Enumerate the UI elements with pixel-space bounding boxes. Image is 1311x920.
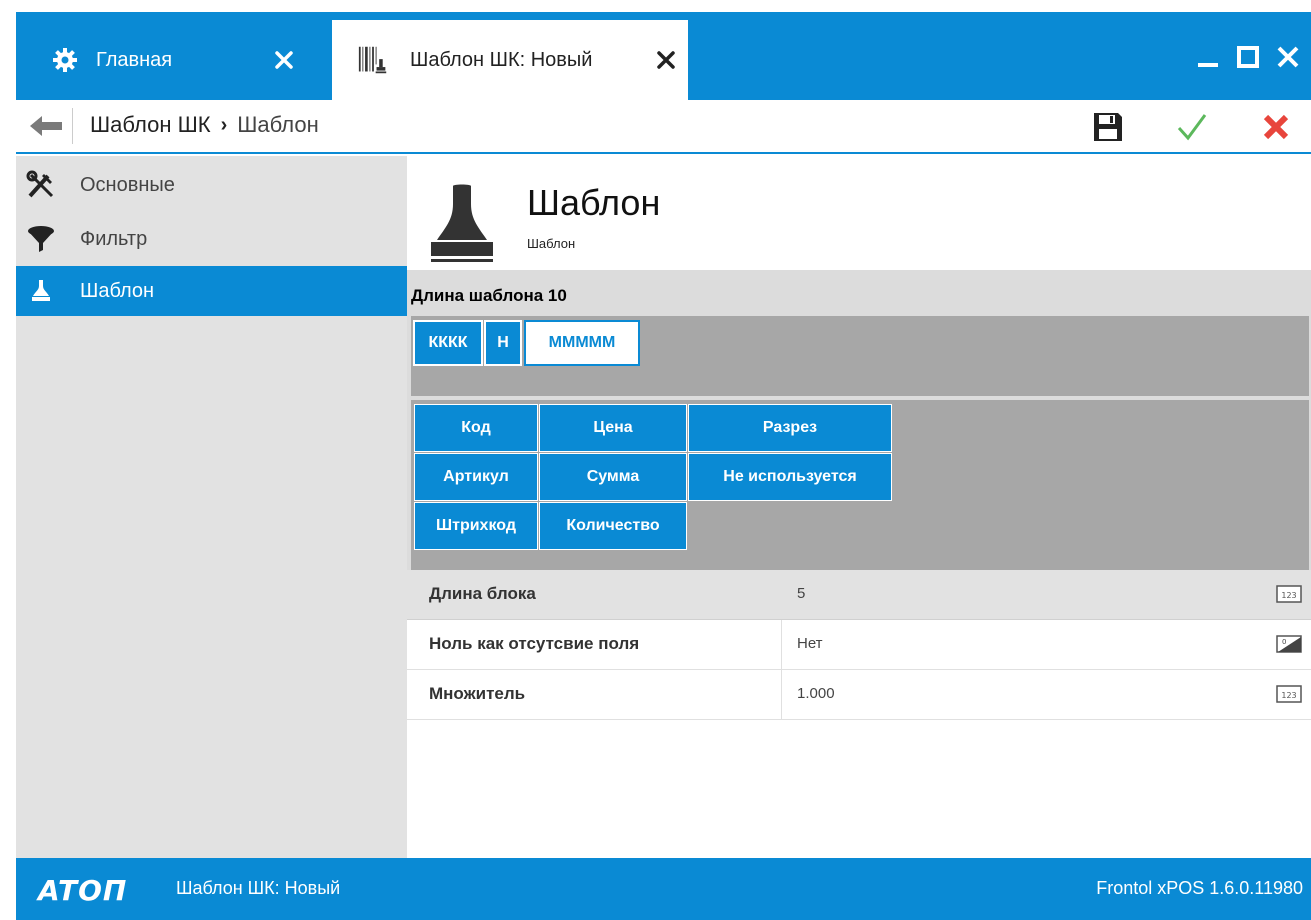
window-frame bbox=[0, 0, 1311, 12]
breadcrumb: Шаблон ШК › Шаблон bbox=[90, 112, 319, 138]
template-editor: Длина шаблона 10 КККК Н МММММ Код Цена Р… bbox=[407, 270, 1311, 570]
sidebar-item-label: Фильтр bbox=[80, 227, 148, 250]
breadcrumb-current: Шаблон bbox=[237, 112, 319, 137]
gear-icon bbox=[50, 45, 80, 75]
status-version: Frontol xPOS 1.6.0.11980 bbox=[1096, 878, 1303, 898]
property-value[interactable]: 5 bbox=[797, 585, 805, 602]
save-icon[interactable] bbox=[1079, 106, 1137, 148]
tab-bar: Главная Шаблон ШК: Новый bbox=[16, 12, 1311, 100]
toggle-0-1-icon[interactable]: 0 bbox=[1275, 634, 1303, 654]
sidebar-item-label: Шаблон bbox=[80, 279, 155, 302]
stamp-icon bbox=[427, 184, 497, 268]
back-arrow-icon[interactable] bbox=[28, 110, 64, 142]
segment-kkkk[interactable]: КККК bbox=[413, 320, 483, 366]
property-value[interactable]: Нет bbox=[797, 635, 823, 652]
confirm-check-icon[interactable] bbox=[1163, 106, 1221, 148]
aton-logo: ATOΠ bbox=[38, 874, 128, 907]
tab-barcode-template[interactable]: Шаблон ШК: Новый bbox=[332, 20, 688, 100]
tab-main[interactable]: Главная bbox=[16, 20, 326, 100]
status-document: Шаблон ШК: Новый bbox=[176, 878, 341, 898]
property-divider bbox=[781, 620, 782, 670]
tools-icon bbox=[24, 168, 58, 202]
window-controls bbox=[1193, 42, 1303, 72]
maximize-icon[interactable] bbox=[1233, 42, 1263, 72]
numeric-123-icon[interactable]: 123 bbox=[1275, 584, 1303, 604]
close-window-icon[interactable] bbox=[1273, 42, 1303, 72]
toolbar-actions bbox=[1079, 106, 1305, 148]
property-divider bbox=[781, 670, 782, 720]
app-window: Главная Шаблон ШК: Новый Шаблон ШК › Шаб… bbox=[0, 0, 1311, 920]
svg-text:0: 0 bbox=[1282, 638, 1286, 646]
page-subtitle: Шаблон bbox=[527, 236, 576, 251]
sidebar-item-filter[interactable]: Фильтр bbox=[16, 214, 407, 264]
property-row-multiplier[interactable]: Множитель 1.000 123 bbox=[407, 670, 1311, 720]
tab-barcode-template-label: Шаблон ШК: Новый bbox=[410, 48, 593, 71]
field-button-article[interactable]: Артикул bbox=[414, 453, 538, 501]
breadcrumb-separator: › bbox=[220, 113, 228, 136]
cancel-close-icon[interactable] bbox=[1247, 106, 1305, 148]
property-list: Длина блока 5 123 Ноль как отсутсвие пол… bbox=[407, 570, 1311, 720]
stamp-icon bbox=[24, 274, 58, 308]
barcode-stamp-icon bbox=[358, 45, 388, 75]
filter-icon bbox=[24, 222, 58, 256]
property-row-block-length[interactable]: Длина блока 5 123 bbox=[407, 570, 1311, 620]
field-button-code[interactable]: Код bbox=[414, 404, 538, 452]
tab-main-label: Главная bbox=[96, 48, 173, 71]
tab-main-close-icon[interactable] bbox=[270, 46, 298, 74]
sidebar-item-template[interactable]: Шаблон bbox=[16, 266, 407, 316]
property-name: Множитель bbox=[429, 684, 526, 703]
svg-text:123: 123 bbox=[1281, 591, 1296, 600]
tab-barcode-template-close-icon[interactable] bbox=[652, 46, 680, 74]
field-button-quantity[interactable]: Количество bbox=[539, 502, 687, 550]
segment-n[interactable]: Н bbox=[484, 320, 522, 366]
content-panel: Шаблон Шаблон Длина шаблона 10 КККК Н ММ… bbox=[407, 156, 1311, 858]
sidebar-item-label: Основные bbox=[80, 173, 175, 196]
status-bar: ATOΠ Шаблон ШК: Новый Frontol xPOS 1.6.0… bbox=[16, 858, 1311, 920]
breadcrumb-parent[interactable]: Шаблон ШК bbox=[90, 112, 211, 138]
property-value[interactable]: 1.000 bbox=[797, 685, 835, 702]
template-segments: КККК Н МММММ bbox=[411, 316, 1309, 396]
field-type-buttons: Код Цена Разрез Артикул Сумма Не использ… bbox=[411, 400, 1309, 570]
page-title: Шаблон bbox=[527, 182, 661, 223]
toolbar: Шаблон ШК › Шаблон bbox=[16, 100, 1311, 154]
field-button-sum[interactable]: Сумма bbox=[539, 453, 687, 501]
field-button-barcode[interactable]: Штрихкод bbox=[414, 502, 538, 550]
field-button-unused[interactable]: Не используется bbox=[688, 453, 892, 501]
field-button-price[interactable]: Цена bbox=[539, 404, 687, 452]
property-name: Длина блока bbox=[429, 584, 536, 603]
numeric-123-icon[interactable]: 123 bbox=[1275, 684, 1303, 704]
property-row-zero-as-absent[interactable]: Ноль как отсутсвие поля Нет 0 bbox=[407, 620, 1311, 670]
field-button-cut[interactable]: Разрез bbox=[688, 404, 892, 452]
segment-mmmmm[interactable]: МММММ bbox=[524, 320, 640, 366]
template-length-label: Длина шаблона 10 bbox=[411, 286, 567, 305]
toolbar-divider bbox=[72, 108, 73, 144]
sidebar: Основные Фильтр Шаблон bbox=[16, 156, 407, 858]
minimize-icon[interactable] bbox=[1193, 42, 1223, 72]
svg-text:123: 123 bbox=[1281, 691, 1296, 700]
sidebar-item-main[interactable]: Основные bbox=[16, 160, 407, 210]
property-name: Ноль как отсутсвие поля bbox=[429, 634, 640, 653]
